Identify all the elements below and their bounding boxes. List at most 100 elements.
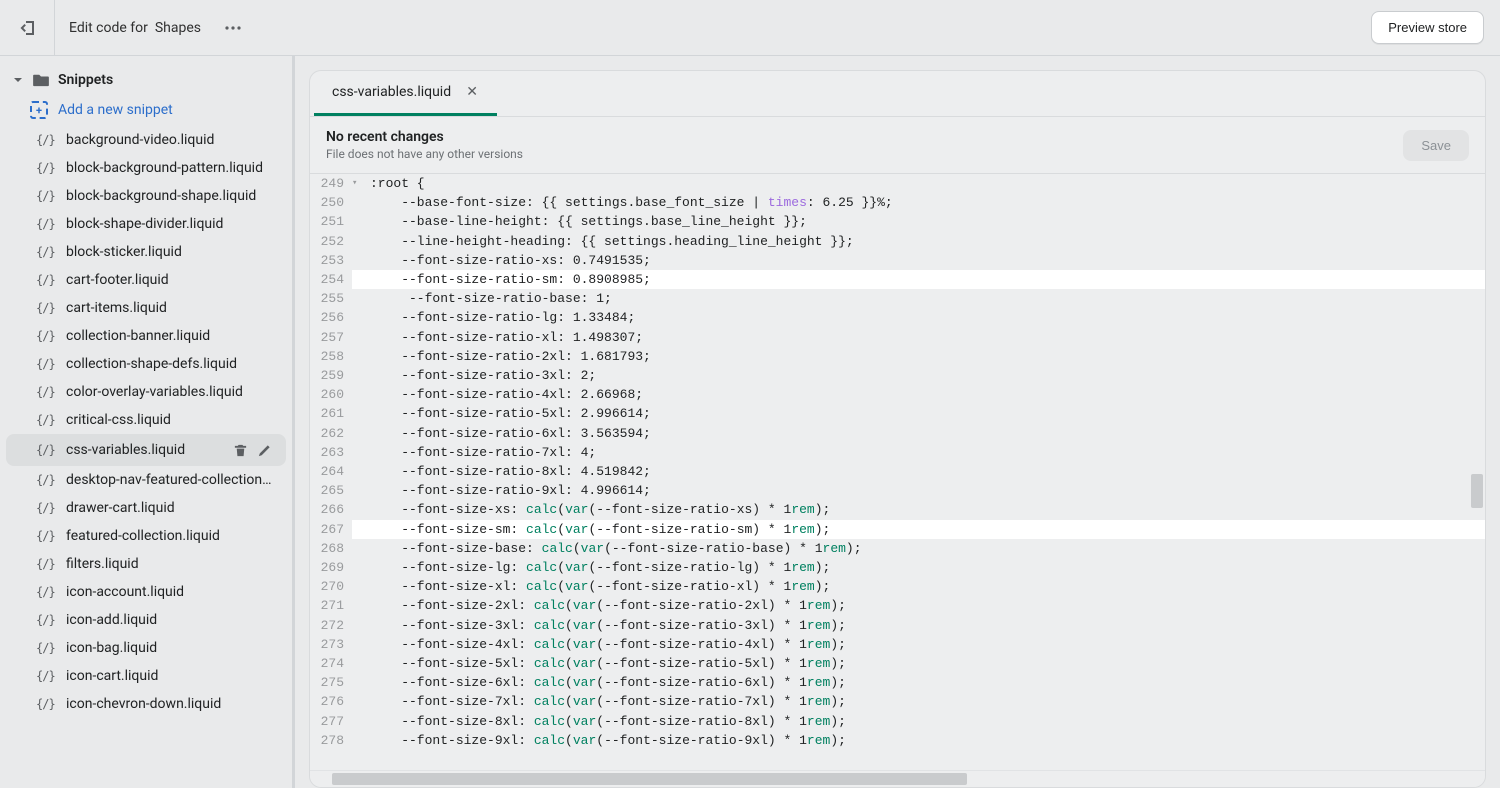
file-item[interactable]: {/} icon-add.liquid <box>6 606 286 634</box>
file-item[interactable]: {/}block-sticker.liquid <box>6 238 286 266</box>
code-line[interactable]: 261 --font-size-ratio-5xl: 2.996614; <box>310 404 1485 423</box>
section-title: Snippets <box>58 72 113 88</box>
code-content: --line-height-heading: {{ settings.headi… <box>362 232 1485 251</box>
code-line[interactable]: 250 --base-font-size: {{ settings.base_f… <box>310 193 1485 212</box>
line-number: 266 <box>310 500 352 519</box>
file-item-label: icon-add.liquid <box>66 612 274 628</box>
line-number: 270 <box>310 577 352 596</box>
code-line[interactable]: 278 --font-size-9xl: calc(var(--font-siz… <box>310 731 1485 750</box>
add-snippet-button[interactable]: + Add a new snippet <box>0 94 292 126</box>
code-line[interactable]: 262 --font-size-ratio-6xl: 3.563594; <box>310 424 1485 443</box>
code-line[interactable]: 260 --font-size-ratio-4xl: 2.66968; <box>310 385 1485 404</box>
code-line[interactable]: 264 --font-size-ratio-8xl: 4.519842; <box>310 462 1485 481</box>
line-number: 265 <box>310 481 352 500</box>
exit-button[interactable] <box>0 0 55 55</box>
file-item[interactable]: {/}featured-collection.liquid <box>6 522 286 550</box>
horizontal-scrollbar-track[interactable] <box>310 770 1485 787</box>
code-line[interactable]: 254 --font-size-ratio-sm: 0.8908985; <box>310 270 1485 289</box>
file-item[interactable]: {/}block-background-pattern.liquid <box>6 154 286 182</box>
liquid-file-icon: {/} <box>36 613 56 627</box>
line-number: 260 <box>310 385 352 404</box>
file-item[interactable]: {/}block-background-shape.liquid <box>6 182 286 210</box>
code-line[interactable]: 265 --font-size-ratio-9xl: 4.996614; <box>310 481 1485 500</box>
line-number: 249 <box>310 174 352 193</box>
line-number: 252 <box>310 232 352 251</box>
code-line[interactable]: 258 --font-size-ratio-2xl: 1.681793; <box>310 347 1485 366</box>
liquid-file-icon: {/} <box>36 557 56 571</box>
code-line[interactable]: 253 --font-size-ratio-xs: 0.7491535; <box>310 251 1485 270</box>
line-number: 277 <box>310 712 352 731</box>
code-line[interactable]: 277 --font-size-8xl: calc(var(--font-siz… <box>310 712 1485 731</box>
fold-marker <box>352 577 362 596</box>
file-item[interactable]: {/}block-shape-divider.liquid <box>6 210 286 238</box>
vertical-scrollbar[interactable] <box>1471 474 1483 508</box>
code-line[interactable]: 259 --font-size-ratio-3xl: 2; <box>310 366 1485 385</box>
code-line[interactable]: 269 --font-size-lg: calc(var(--font-size… <box>310 558 1485 577</box>
code-line[interactable]: 251 --base-line-height: {{ settings.base… <box>310 212 1485 231</box>
code-line[interactable]: 263 --font-size-ratio-7xl: 4; <box>310 443 1485 462</box>
file-item[interactable]: {/}color-overlay-variables.liquid <box>6 378 286 406</box>
file-item[interactable]: {/}icon-account.liquid <box>6 578 286 606</box>
line-number: 258 <box>310 347 352 366</box>
file-item[interactable]: {/}desktop-nav-featured-collection-li... <box>6 466 286 494</box>
code-line[interactable]: 249▾:root { <box>310 174 1485 193</box>
liquid-file-icon: {/} <box>36 669 56 683</box>
file-item[interactable]: {/}css-variables.liquid <box>6 434 286 466</box>
file-item[interactable]: {/}collection-shape-defs.liquid <box>6 350 286 378</box>
code-area[interactable]: 249▾:root {250 --base-font-size: {{ sett… <box>310 174 1485 770</box>
fold-marker <box>352 270 362 289</box>
file-item[interactable]: {/}background-video.liquid <box>6 126 286 154</box>
add-snippet-label: Add a new snippet <box>58 102 173 118</box>
fold-marker[interactable]: ▾ <box>352 174 362 193</box>
fold-marker <box>352 251 362 270</box>
delete-button[interactable] <box>230 440 250 460</box>
code-line[interactable]: 266 --font-size-xs: calc(var(--font-size… <box>310 500 1485 519</box>
preview-store-button[interactable]: Preview store <box>1371 11 1484 44</box>
file-item[interactable]: {/}collection-banner.liquid <box>6 322 286 350</box>
code-line[interactable]: 252 --line-height-heading: {{ settings.h… <box>310 232 1485 251</box>
code-content: --base-font-size: {{ settings.base_font_… <box>362 193 1485 212</box>
code-line[interactable]: 255 --font-size-ratio-base: 1; <box>310 289 1485 308</box>
save-button[interactable]: Save <box>1403 130 1469 161</box>
code-line[interactable]: 271 --font-size-2xl: calc(var(--font-siz… <box>310 596 1485 615</box>
sidebar-inner[interactable]: Snippets + Add a new snippet {/}backgrou… <box>0 56 292 788</box>
liquid-file-icon: {/} <box>36 443 56 457</box>
code-line[interactable]: 257 --font-size-ratio-xl: 1.498307; <box>310 328 1485 347</box>
code-line[interactable]: 272 --font-size-3xl: calc(var(--font-siz… <box>310 616 1485 635</box>
code-line[interactable]: 273 --font-size-4xl: calc(var(--font-siz… <box>310 635 1485 654</box>
code-line[interactable]: 274 --font-size-5xl: calc(var(--font-siz… <box>310 654 1485 673</box>
file-item[interactable]: {/}icon-chevron-down.liquid <box>6 690 286 718</box>
code-line[interactable]: 270 --font-size-xl: calc(var(--font-size… <box>310 577 1485 596</box>
file-item[interactable]: {/}critical-css.liquid <box>6 406 286 434</box>
code-line[interactable]: 256 --font-size-ratio-lg: 1.33484; <box>310 308 1485 327</box>
status-text: No recent changes File does not have any… <box>326 129 523 161</box>
close-icon[interactable]: ✕ <box>465 85 479 99</box>
file-item[interactable]: {/}icon-bag.liquid <box>6 634 286 662</box>
file-item[interactable]: {/}icon-cart.liquid <box>6 662 286 690</box>
more-button[interactable] <box>215 10 251 46</box>
tab-css-variables[interactable]: css-variables.liquid ✕ <box>314 71 497 116</box>
file-item[interactable]: {/}cart-footer.liquid <box>6 266 286 294</box>
tab-label: css-variables.liquid <box>332 84 451 100</box>
more-icon <box>225 26 241 30</box>
code-content: --font-size-ratio-5xl: 2.996614; <box>362 404 1485 423</box>
fold-marker <box>352 558 362 577</box>
fold-marker <box>352 520 362 539</box>
code-line[interactable]: 276 --font-size-7xl: calc(var(--font-siz… <box>310 692 1485 711</box>
liquid-file-icon: {/} <box>36 697 56 711</box>
code-line[interactable]: 268 --font-size-base: calc(var(--font-si… <box>310 539 1485 558</box>
file-item[interactable]: {/}drawer-cart.liquid <box>6 494 286 522</box>
file-item[interactable]: {/}filters.liquid <box>6 550 286 578</box>
fold-marker <box>352 347 362 366</box>
line-number: 255 <box>310 289 352 308</box>
tabs-row: css-variables.liquid ✕ <box>309 70 1486 116</box>
horizontal-scrollbar[interactable] <box>332 773 967 785</box>
fold-marker <box>352 328 362 347</box>
fold-marker <box>352 193 362 212</box>
code-line[interactable]: 267 --font-size-sm: calc(var(--font-size… <box>310 520 1485 539</box>
code-line[interactable]: 275 --font-size-6xl: calc(var(--font-siz… <box>310 673 1485 692</box>
file-item[interactable]: {/}cart-items.liquid <box>6 294 286 322</box>
fold-marker <box>352 385 362 404</box>
rename-button[interactable] <box>254 440 274 460</box>
section-header-snippets[interactable]: Snippets <box>0 66 292 94</box>
